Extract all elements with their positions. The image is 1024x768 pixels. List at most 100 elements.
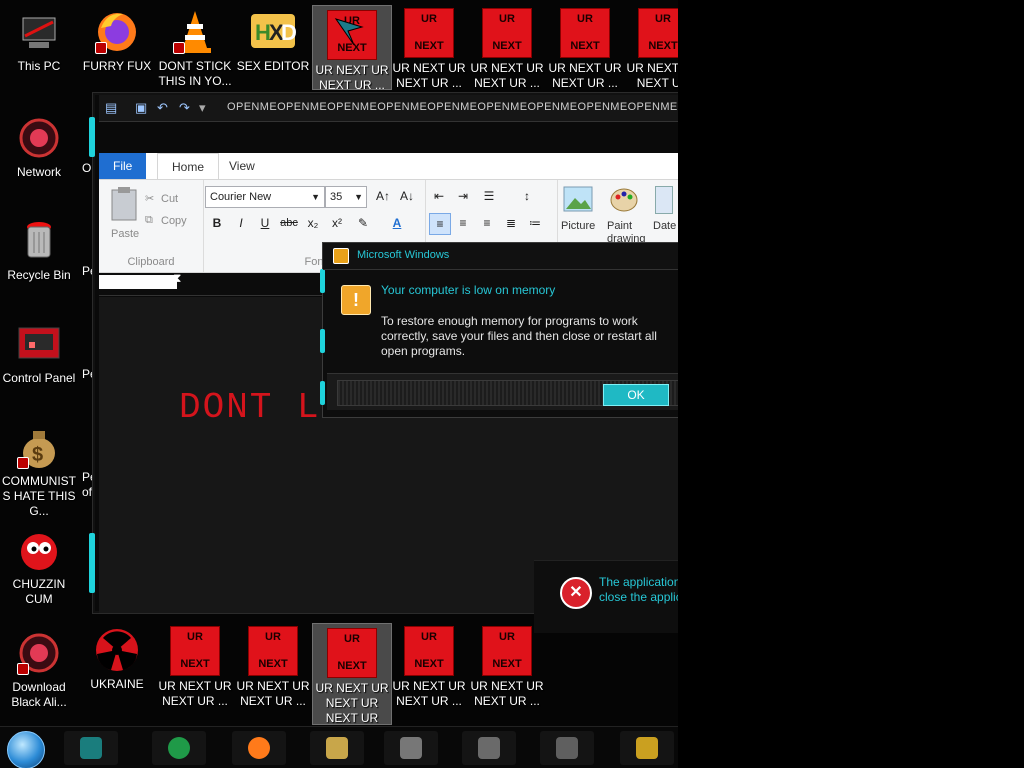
chat-icon (168, 737, 190, 759)
ur-next-icon: UR NEXT (638, 8, 678, 58)
desktop-icon-ur-next-selected[interactable]: UR NEXT UR NEXT UR NEXT UR NEXT UR (312, 623, 392, 725)
picture-icon[interactable] (563, 186, 593, 214)
tab-file[interactable]: File (99, 153, 147, 179)
desktop-icon-dont-stick[interactable]: DONT STICK THIS IN YO... (156, 4, 234, 89)
desktop-icon-network[interactable]: Network (0, 110, 78, 180)
desktop-icon-ur-next[interactable]: UR NEXT UR NEXT UR NEXT UR ... (390, 4, 468, 91)
shortcut-overlay-icon (95, 42, 107, 54)
copy-icon[interactable]: ⧉ (145, 214, 153, 227)
money-bag-icon: $ (15, 423, 63, 471)
desktop-icon-label: UR NEXT UR NEXT UR ... (548, 61, 622, 90)
network-icon (15, 114, 63, 162)
highlight-icon[interactable]: ✎ (353, 213, 373, 233)
align-center-icon[interactable]: ≡ (453, 213, 473, 233)
chuzzle-icon (15, 526, 63, 574)
copy-button[interactable]: Copy (161, 215, 187, 227)
taskbar-item-chat[interactable] (152, 731, 206, 765)
clipboard-group: Paste ✂ Cut ⧉ Copy Clipboard (99, 180, 204, 272)
italic-button[interactable]: I (231, 213, 251, 233)
tab-home[interactable]: Home (157, 153, 220, 180)
desktop-icon-control-panel[interactable]: Control Panel (0, 316, 78, 386)
taskbar-item-window[interactable] (384, 731, 438, 765)
calendar-icon[interactable] (655, 186, 673, 214)
increase-indent-icon[interactable]: ⇥ (453, 186, 473, 206)
desktop-icon-label: UR NEXT UR NEXT UR ... (158, 679, 232, 708)
desktop-icon-ur-next[interactable]: UR NEXT UR NEXT UR NEXT UR ... (468, 622, 546, 709)
desktop-icon-communists[interactable]: $ COMMUNISTS HATE THIS G... (0, 419, 78, 519)
grow-font-icon[interactable]: A↑ (373, 186, 393, 206)
paste-button[interactable]: Paste (111, 228, 139, 240)
redo-icon[interactable]: ↷ (179, 100, 193, 115)
taskbar-item-window[interactable] (540, 731, 594, 765)
tab-view[interactable]: View (215, 153, 269, 179)
bullets-icon[interactable]: ☰ (479, 186, 499, 206)
desktop-icon-label: UR NEXT UR NEXT UR ... (236, 679, 310, 708)
desktop-icon-label: FURRY FUX (82, 59, 152, 73)
desktop-icon-ur-next[interactable]: UR NEXT UR NEXT UR NEXT UR ... (390, 622, 468, 709)
strikethrough-button[interactable]: abc (279, 213, 299, 233)
taskbar-item-window[interactable] (462, 731, 516, 765)
line-spacing-icon[interactable]: ↕ (517, 186, 537, 206)
error-notification[interactable]: ✕ The application close the applic (534, 560, 678, 633)
desktop-icon-furry-fux[interactable]: FURRY FUX (78, 4, 156, 74)
desktop-icon-chuzzin[interactable]: CHUZZIN CUM (0, 522, 78, 607)
font-color-icon[interactable]: A (387, 213, 407, 233)
bold-button[interactable]: B (207, 213, 227, 233)
warning-icon (636, 737, 658, 759)
justify-icon[interactable]: ≣ (501, 213, 521, 233)
window-accent-bar (89, 117, 95, 157)
low-memory-dialog[interactable]: Microsoft Windows ! Your computer is low… (320, 242, 678, 418)
paragraph-icon[interactable]: ≔ (525, 213, 545, 233)
desktop-icon-ur-next[interactable]: UR NEXT UR NEXT UR NEXT UR ... (468, 4, 546, 91)
start-orb-icon[interactable] (7, 731, 45, 768)
taskbar (0, 726, 678, 768)
desktop-icon-this-pc[interactable]: This PC (0, 4, 78, 74)
desktop-icon-label: Network (16, 165, 61, 179)
undo-icon[interactable]: ↶ (157, 100, 171, 115)
desktop-icon-download-black[interactable]: Download Black Ali... (0, 625, 78, 710)
shrink-font-icon[interactable]: A↓ (397, 186, 417, 206)
ok-button[interactable]: OK (603, 384, 669, 406)
desktop-icon-sex-editor[interactable]: HXD SEX EDITOR (234, 4, 312, 74)
customize-dropdown-icon[interactable]: ▾ (199, 100, 213, 115)
desktop-icon-ur-next[interactable]: UR NEXT UR NEXT UR NEXT UR ... (234, 622, 312, 709)
dialog-accent-bar (320, 381, 325, 405)
align-left-icon[interactable]: ≡ (429, 213, 451, 235)
desktop-icon-ur-next[interactable]: UR NEXT UR NEXT UR NEXT UR ... (156, 622, 234, 709)
picture-button[interactable]: Picture (561, 220, 595, 232)
subscript-button[interactable]: x₂ (303, 213, 323, 233)
paint-palette-icon[interactable] (609, 184, 639, 214)
taskbar-item-teamviewer[interactable] (64, 731, 118, 765)
font-size-select[interactable]: 35 ▼ (325, 186, 367, 208)
cut-button[interactable]: Cut (161, 193, 178, 205)
date-time-button[interactable]: Date ti (653, 220, 678, 232)
ur-next-icon: UR NEXT (248, 626, 298, 676)
window-accent-bar (89, 533, 95, 593)
desktop-icon-label: CHUZZIN CUM (12, 577, 66, 606)
taskbar-item-firefox[interactable] (232, 731, 286, 765)
wordpad-app-icon: ▤ (105, 100, 118, 115)
cut-icon[interactable]: ✂ (145, 192, 154, 205)
desktop-icon-ur-next[interactable]: UR NEXT UR NEXT UR NEXT UR ... (546, 4, 624, 91)
ruler-margin (99, 275, 177, 289)
paste-icon[interactable] (109, 186, 139, 224)
desktop-icon-label: UR NEXT UR NEXT UR (626, 61, 678, 90)
decrease-indent-icon[interactable]: ⇤ (429, 186, 449, 206)
superscript-button[interactable]: x² (327, 213, 347, 233)
underline-button[interactable]: U (255, 213, 275, 233)
ribbon-tabs: File Home View (99, 153, 678, 180)
desktop-icon-ur-next-selected[interactable]: UR NEXT UR NEXT UR NEXT UR ... (312, 5, 392, 92)
ur-next-icon: UR NEXT (404, 8, 454, 58)
dialog-title: Microsoft Windows (357, 249, 450, 261)
align-right-icon[interactable]: ≡ (477, 213, 497, 233)
taskbar-item-warning[interactable] (620, 731, 674, 765)
dialog-app-icon (333, 248, 349, 264)
quick-access-toolbar: ▤ ▣ ↶ ↷ ▾ OPENMEOPENMEOPENMEOPENMEOPENME… (99, 95, 678, 122)
save-icon[interactable]: ▣ (135, 100, 149, 115)
desktop-icon-recycle-bin[interactable]: Recycle Bin (0, 213, 78, 283)
desktop-icon-ur-next[interactable]: URNEXT UR NEXT UR NEXT UR (624, 4, 678, 91)
desktop-icon-ukraine[interactable]: UKRAINE (78, 622, 156, 692)
font-family-select[interactable]: Courier New ▼ (205, 186, 325, 208)
taskbar-item-folder[interactable] (310, 731, 364, 765)
indent-marker-icon[interactable]: ⧗ (173, 271, 181, 286)
